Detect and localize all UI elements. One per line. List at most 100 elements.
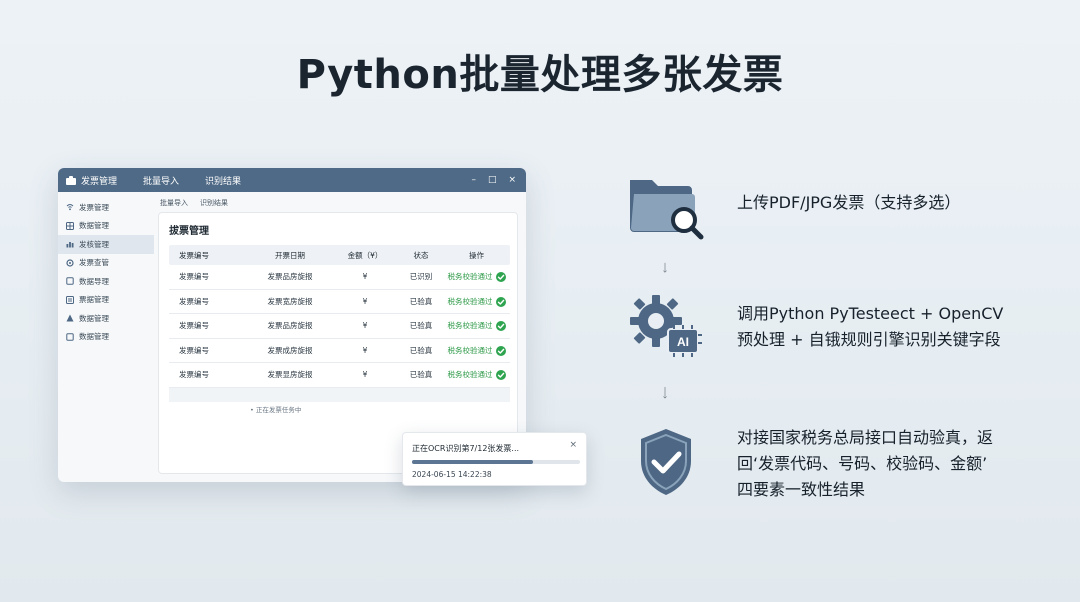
- col-date: 开票日期: [275, 250, 305, 260]
- feature-line: 四要素一致性结果: [737, 480, 866, 499]
- warning-icon: [66, 314, 79, 322]
- sidebar-item-label: 发票查管: [79, 258, 109, 268]
- invoice-table: 发票编号 开票日期 金额（¥） 状态 操作 发票编号 发票品房旋报 ¥ 已识别 税务校验…: [169, 245, 510, 402]
- sidebar-item[interactable]: 数据管理: [58, 309, 154, 328]
- feature-line: 上传PDF/JPG发票（支持多选）: [737, 193, 961, 212]
- cell-date: 发票宽房旋报: [267, 296, 313, 306]
- footer-note: • 正在发票任务中: [250, 406, 302, 414]
- check-circle-icon: [495, 321, 506, 332]
- verify-passed-label[interactable]: 税务校验通过: [448, 272, 493, 281]
- cell-status: 已验真: [409, 370, 433, 380]
- col-amount: 金额（¥）: [347, 250, 383, 260]
- verify-passed-label[interactable]: 税务校验通过: [448, 370, 493, 379]
- toast-message: 正在OCR识别第7/12张发票...: [412, 444, 520, 453]
- cell-date: 发票品房旋报: [267, 272, 313, 282]
- cell-action[interactable]: 税务校验通过: [443, 345, 510, 356]
- arrow-down-icon: [663, 262, 667, 273]
- sidebar: 发票管理 数据管理 发核管理 发票查管 数据导理 票据管理 数据管理 数据管理: [58, 192, 154, 482]
- check-circle-icon: [495, 345, 506, 356]
- tab-results[interactable]: 识别结果: [205, 174, 241, 187]
- check-circle-icon: [495, 296, 506, 307]
- cell-date: 发票显房旋报: [267, 370, 313, 380]
- square-icon: [66, 277, 79, 285]
- breadcrumb-item[interactable]: 识别结果: [200, 198, 228, 208]
- minimize-button[interactable]: –: [471, 175, 476, 185]
- sidebar-item[interactable]: 数据管理: [58, 328, 154, 347]
- app-icon: [66, 175, 76, 185]
- sidebar-item-label: 发票管理: [79, 202, 109, 212]
- cell-amount: ¥: [362, 345, 368, 355]
- title-bar: 发票管理 批量导入 识别结果 – □ ×: [58, 168, 526, 192]
- square-icon: [66, 333, 79, 341]
- cell-action[interactable]: 税务校验通过: [443, 271, 510, 283]
- verify-passed-label[interactable]: 税务校验通过: [448, 346, 493, 355]
- ocr-progress-toast: 正在OCR识别第7/12张发票... × 2024-06-15 14:22:38: [402, 432, 587, 486]
- feature-upload: 上传PDF/JPG发票（支持多选）: [737, 190, 960, 216]
- window-title: 发票管理: [81, 176, 118, 187]
- cell-invoice-no: 发票编号: [179, 370, 209, 380]
- cell-invoice-no: 发票编号: [179, 321, 209, 331]
- cell-amount: ¥: [362, 321, 368, 331]
- page-headline: Python批量处理多张发票: [296, 52, 784, 98]
- chart-icon: [66, 240, 79, 248]
- feature-verify: 对接国家税务总局接口自动验真，返 回‘发票代码、号码、校验码、金额’ 四要素一致…: [737, 425, 993, 503]
- col-status: 状态: [413, 250, 429, 260]
- cell-status: 已验真: [409, 321, 433, 331]
- tab-batch-import[interactable]: 批量导入: [143, 174, 179, 187]
- check-circle-icon: [495, 370, 506, 381]
- col-invoice-no: 发票编号: [179, 250, 209, 260]
- feature-line: 回‘发票代码、号码、校验码、金额’: [737, 454, 988, 473]
- breadcrumb: 批量导入 识别结果: [160, 198, 228, 208]
- verify-passed-label[interactable]: 税务校验通过: [448, 321, 493, 330]
- feature-ocr: 调用Python PyTesteect + OpenCV 预处理 + 自锇规则引…: [737, 301, 1003, 353]
- feature-line: 调用Python PyTesteect + OpenCV: [737, 304, 1004, 323]
- sidebar-item[interactable]: 数据管理: [58, 217, 154, 236]
- cell-date: 发票成房旋报: [267, 345, 313, 355]
- cell-amount: ¥: [362, 272, 368, 282]
- table-row: 发票编号 发票显房旋报 ¥ 已验真 税务校验通过: [169, 363, 510, 388]
- sidebar-item[interactable]: 数据导理: [58, 272, 154, 291]
- shield-check-icon: [641, 429, 691, 495]
- cell-invoice-no: 发票编号: [179, 345, 209, 355]
- feature-line: 预处理 + 自锇规则引擎识别关键字段: [737, 330, 1001, 349]
- sidebar-item[interactable]: 发票管理: [58, 198, 154, 217]
- sidebar-item-label: 数据管理: [79, 221, 109, 231]
- cell-invoice-no: 发票编号: [179, 296, 209, 306]
- toast-close-button[interactable]: ×: [569, 440, 577, 450]
- cell-invoice-no: 发票编号: [179, 272, 209, 282]
- grid-icon: [66, 221, 79, 230]
- table-row: 发票编号 发票品房旋报 ¥ 已识别 税务校验通过: [169, 265, 510, 290]
- cell-status: 已验真: [409, 296, 433, 306]
- sidebar-item-label: 票据管理: [79, 295, 109, 305]
- sidebar-item-label: 发核管理: [79, 239, 109, 249]
- check-circle-icon: [495, 272, 506, 283]
- cell-amount: ¥: [362, 296, 368, 306]
- cell-status: 已识别: [409, 272, 433, 282]
- table-footer: [169, 387, 510, 402]
- cell-action[interactable]: 税务校验通过: [443, 296, 510, 307]
- sidebar-item-label: 数据管理: [79, 313, 109, 323]
- sidebar-item-label: 数据管理: [79, 332, 109, 342]
- gear-ai-icon: AI: [630, 295, 702, 357]
- sidebar-item[interactable]: 发票查管: [58, 254, 154, 273]
- table-row: 发票编号 发票成房旋报 ¥ 已验真 税务校验通过: [169, 339, 510, 363]
- progress-bar: [412, 460, 580, 464]
- sidebar-item[interactable]: 发核管理: [58, 235, 154, 254]
- progress-fill: [412, 460, 533, 464]
- cell-action[interactable]: 税务校验通过: [443, 369, 510, 381]
- breadcrumb-item[interactable]: 批量导入: [160, 198, 188, 208]
- cell-action[interactable]: 税务校验通过: [443, 320, 510, 332]
- col-action: 操作: [469, 250, 484, 260]
- svg-text:AI: AI: [677, 335, 689, 349]
- close-window-button[interactable]: ×: [508, 175, 516, 185]
- folder-search-icon: [630, 180, 704, 240]
- cell-status: 已验真: [409, 345, 433, 355]
- cell-date: 发票品房旋报: [267, 321, 313, 331]
- sidebar-item[interactable]: 票据管理: [58, 291, 154, 310]
- toast-timestamp: 2024-06-15 14:22:38: [412, 470, 492, 479]
- feature-line: 对接国家税务总局接口自动验真，返: [737, 428, 994, 447]
- arrow-down-icon: [663, 387, 667, 399]
- maximize-button[interactable]: □: [488, 175, 497, 185]
- verify-passed-label[interactable]: 税务校验通过: [448, 297, 493, 306]
- table-header: 发票编号 开票日期 金额（¥） 状态 操作: [169, 245, 510, 265]
